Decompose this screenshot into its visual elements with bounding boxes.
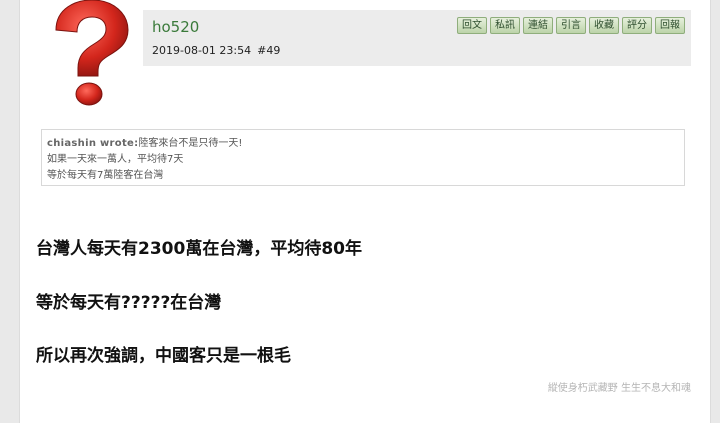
signature: 縱使身朽武藏野 生生不息大和魂 bbox=[547, 383, 691, 394]
question-mark-avatar-icon[interactable] bbox=[34, 0, 144, 106]
post-body-line: 所以再次強調，中國客只是一根毛 bbox=[36, 346, 291, 366]
post-date: 2019-08-01 23:54 bbox=[152, 44, 252, 57]
quote-author: chiashin wrote: bbox=[47, 138, 139, 149]
quote-button[interactable]: 引言 bbox=[556, 17, 586, 34]
quote-line: 等於每天有7萬陸客在台灣 bbox=[47, 170, 164, 181]
post-body-line: 等於每天有?????在台灣 bbox=[36, 293, 222, 313]
username[interactable]: ho520 bbox=[152, 18, 199, 36]
post-actions: 回文 私訊 連結 引言 收藏 評分 回報 bbox=[457, 17, 685, 34]
quote-line: 如果一天來一萬人，平均待7天 bbox=[47, 154, 184, 165]
report-button[interactable]: 回報 bbox=[655, 17, 685, 34]
post-number[interactable]: #49 bbox=[257, 44, 280, 57]
quote-text: 陸客來台不是只待一天! bbox=[138, 138, 243, 149]
rate-button[interactable]: 評分 bbox=[622, 17, 652, 34]
quote-first-line: chiashin wrote:陸客來台不是只待一天! bbox=[47, 136, 679, 152]
reply-button[interactable]: 回文 bbox=[457, 17, 487, 34]
post-body-line: 台灣人每天有2300萬在台灣，平均待80年 bbox=[36, 239, 362, 259]
link-button[interactable]: 連結 bbox=[523, 17, 553, 34]
quote-block: chiashin wrote:陸客來台不是只待一天! 如果一天來一萬人，平均待7… bbox=[41, 129, 685, 186]
private-message-button[interactable]: 私訊 bbox=[490, 17, 520, 34]
favorite-button[interactable]: 收藏 bbox=[589, 17, 619, 34]
post-meta: 2019-08-01 23:54 #49 bbox=[152, 44, 280, 57]
